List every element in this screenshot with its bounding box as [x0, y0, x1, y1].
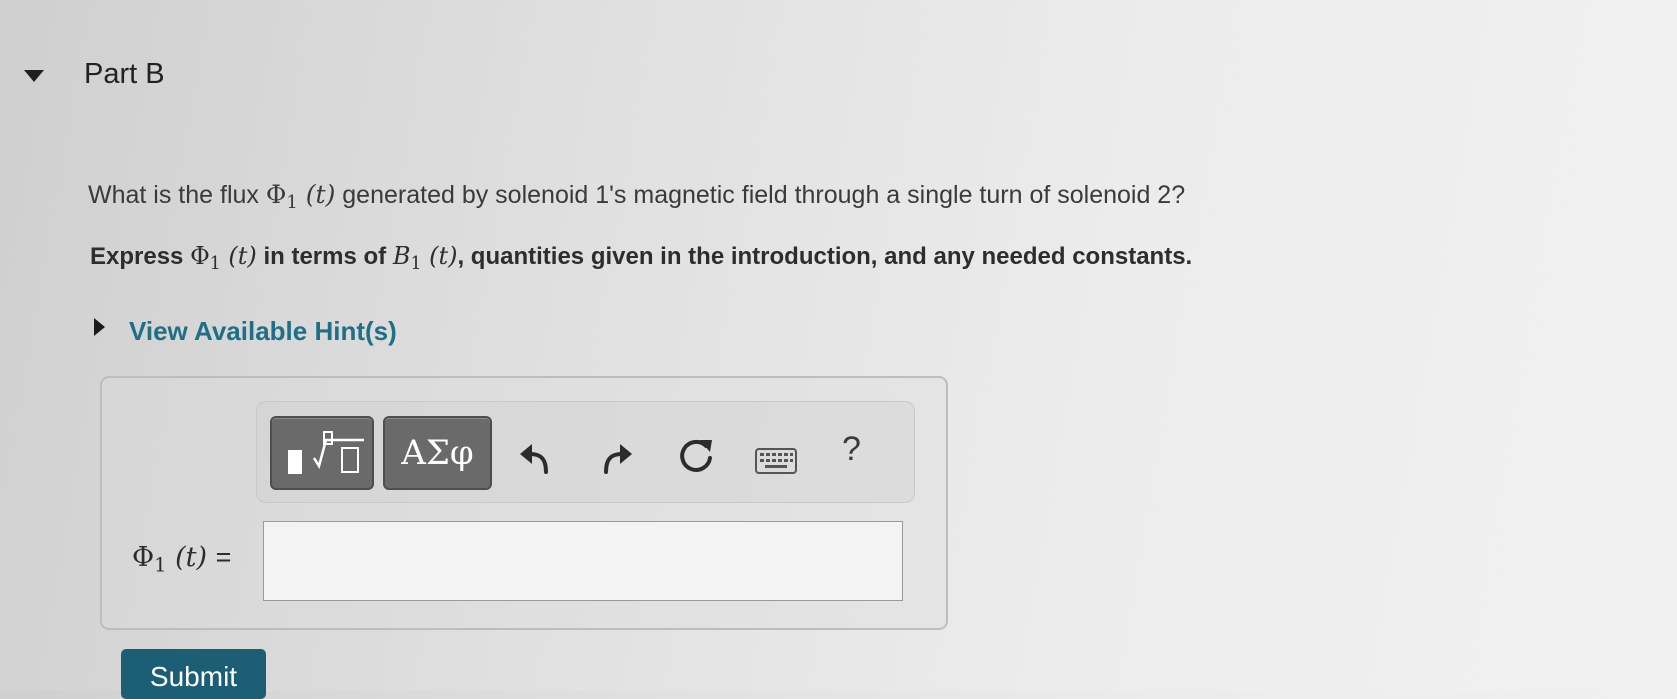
help-icon[interactable]: ? — [842, 430, 861, 469]
keyboard-icon[interactable] — [755, 448, 797, 474]
submit-button[interactable]: Submit — [121, 649, 266, 699]
instruction-text-middle: in terms of — [263, 243, 387, 270]
reset-icon[interactable] — [676, 436, 716, 476]
question-text-start: What is the flux — [88, 181, 259, 209]
symbols-button-label: ΑΣφ — [401, 433, 474, 473]
templates-icon — [288, 431, 364, 474]
question-text-end: generated by solenoid 1's magnetic field… — [342, 181, 1186, 209]
redo-icon[interactable] — [598, 440, 634, 476]
view-hints-link[interactable]: View Available Hint(s) — [129, 316, 397, 347]
instruction-field-symbol: B1 (t) — [392, 242, 458, 274]
instruction-flux-symbol: Φ1 (t) — [190, 242, 257, 274]
hint-expand-icon[interactable] — [94, 318, 105, 336]
collapse-part-icon[interactable] — [24, 70, 44, 82]
instruction-text-end: , quantities given in the introduction, … — [457, 243, 1193, 270]
instruction-text: Express Φ1 (t) in terms of B1 (t), quant… — [90, 242, 1192, 274]
part-title: Part B — [84, 58, 165, 90]
answer-input[interactable] — [263, 521, 903, 601]
instruction-text-start: Express — [90, 243, 184, 270]
question-flux-symbol: Φ1 (t) — [265, 180, 336, 214]
answer-label: Φ1 (t) = — [132, 542, 232, 577]
undo-icon[interactable] — [518, 440, 554, 476]
question-text: What is the flux Φ1 (t) generated by sol… — [88, 180, 1185, 213]
templates-button[interactable] — [270, 416, 374, 490]
symbols-button[interactable]: ΑΣφ — [383, 416, 492, 490]
